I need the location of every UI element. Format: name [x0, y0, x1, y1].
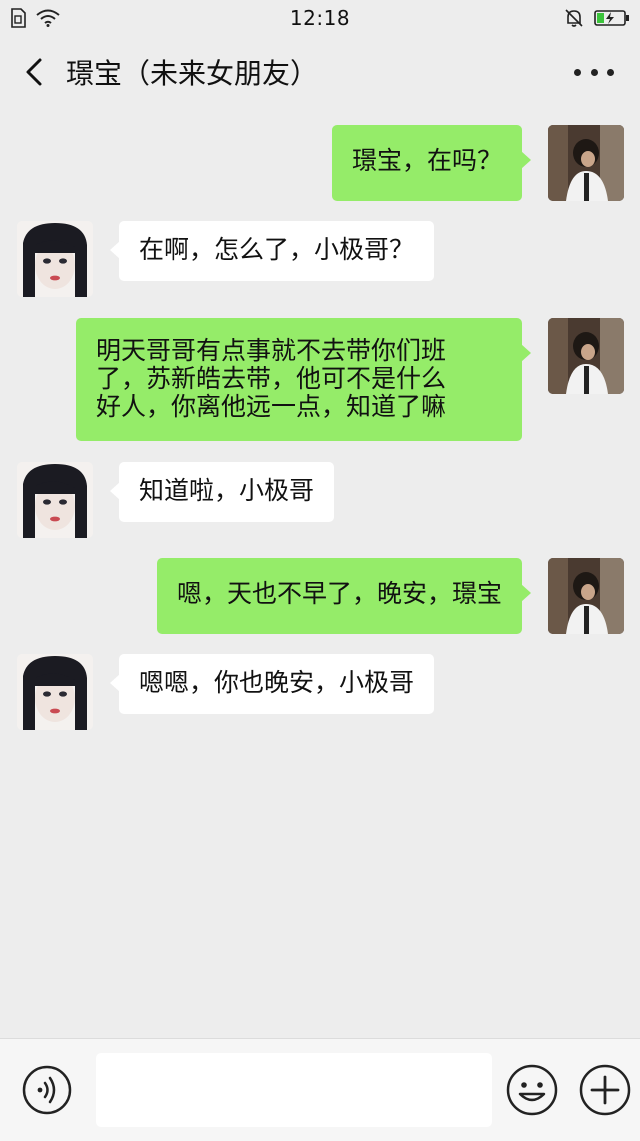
avatar-photo-icon — [548, 318, 624, 394]
message-bubble-sent[interactable]: 璟宝，在吗？ — [331, 125, 532, 201]
input-bar — [0, 1038, 640, 1141]
chat-screen: 12:18 璟宝（未来女朋友） 璟宝，在吗？ 在啊，怎么了，小极哥？ 明天哥哥有… — [0, 0, 640, 1141]
emoji-button[interactable] — [505, 1063, 559, 1117]
wifi-icon — [36, 9, 60, 27]
my-avatar[interactable] — [548, 318, 624, 394]
status-right-icons — [510, 8, 630, 28]
avatar-illustration-icon — [17, 221, 93, 297]
message-bubble-sent[interactable]: 明天哥哥有点事就不去带你们班 了，苏新皓去带，他可不是什么 好人，你离他远一点，… — [76, 318, 531, 441]
message-input[interactable] — [96, 1053, 492, 1127]
voice-button[interactable] — [22, 1065, 72, 1115]
plus-icon — [579, 1064, 631, 1116]
more-button[interactable] — [574, 56, 614, 88]
message-bubble-sent[interactable]: 嗯，天也不早了，晚安，璟宝 — [156, 558, 532, 634]
message-bubble-received[interactable]: 嗯嗯，你也晚安，小极哥 — [109, 654, 435, 714]
contact-avatar[interactable] — [17, 221, 93, 297]
avatar-illustration-icon — [17, 654, 93, 730]
my-avatar[interactable] — [548, 125, 624, 201]
more-functions-button[interactable] — [578, 1063, 632, 1117]
status-bar: 12:18 — [0, 0, 640, 36]
back-button[interactable] — [6, 36, 62, 108]
sim-card-icon — [11, 8, 26, 28]
contact-avatar[interactable] — [17, 654, 93, 730]
my-avatar[interactable] — [548, 558, 624, 634]
chevron-left-icon — [26, 58, 42, 86]
voice-icon — [22, 1065, 72, 1115]
more-dots-icon — [574, 68, 581, 76]
status-time: 12:18 — [289, 6, 351, 30]
chat-title: 璟宝（未来女朋友） — [66, 57, 319, 90]
nav-bar: 璟宝（未来女朋友） — [0, 36, 640, 108]
emoji-icon — [506, 1064, 558, 1116]
message-bubble-received[interactable]: 知道啦，小极哥 — [109, 462, 335, 522]
avatar-photo-icon — [548, 125, 624, 201]
bell-muted-icon — [565, 9, 583, 27]
battery-charging-icon — [594, 10, 629, 26]
avatar-illustration-icon — [17, 462, 93, 538]
status-left-icons — [10, 8, 130, 28]
message-bubble-received[interactable]: 在啊，怎么了，小极哥？ — [109, 221, 435, 281]
contact-avatar[interactable] — [17, 462, 93, 538]
avatar-photo-icon — [548, 558, 624, 634]
